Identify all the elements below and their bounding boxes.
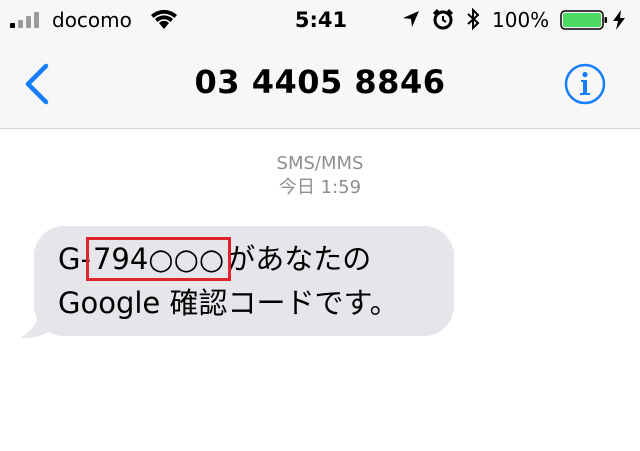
charging-icon — [613, 10, 625, 30]
carrier-name: docomo — [52, 8, 132, 32]
nav-bar: 03 4405 8846 — [0, 40, 640, 129]
battery-percent: 100% — [492, 8, 550, 32]
verification-code: 794○○○ — [85, 237, 232, 281]
message-prefix: G- — [58, 242, 91, 276]
message-text: G-794○○○があなたの Google 確認コードです。 — [58, 237, 438, 325]
status-bar: docomo 5:41 100% — [0, 0, 640, 40]
contact-title: 03 4405 8846 — [194, 63, 446, 101]
service-label: SMS/MMS — [276, 153, 364, 174]
signal-icon — [10, 12, 39, 28]
location-icon — [403, 11, 419, 27]
message-line-1: G-794○○○があなたの — [58, 237, 438, 281]
message-line-1-suffix: があなたの — [226, 242, 372, 276]
wifi-icon — [151, 9, 177, 29]
message-line-2: Google 確認コードです。 — [58, 286, 399, 320]
back-button[interactable] — [22, 62, 52, 106]
info-button[interactable] — [564, 63, 606, 105]
bluetooth-icon — [467, 8, 480, 30]
chevron-left-icon — [25, 63, 49, 105]
alarm-icon — [432, 8, 454, 30]
message-timestamp: 今日 1:59 — [278, 177, 362, 198]
info-icon — [564, 63, 606, 105]
status-time: 5:41 — [294, 8, 348, 32]
battery-icon — [560, 10, 607, 30]
thread-header: SMS/MMS 今日 1:59 — [0, 152, 640, 200]
